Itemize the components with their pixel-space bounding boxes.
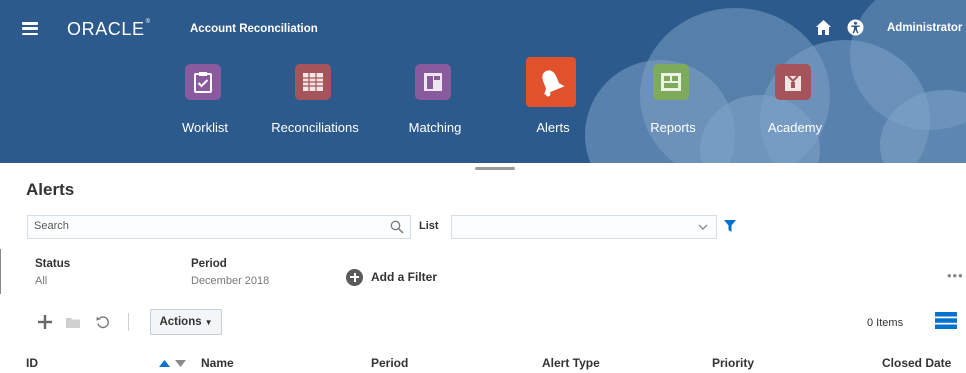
plus-circle-icon [346, 268, 363, 286]
nav-label: Academy [767, 120, 823, 135]
facet-label: Status [35, 258, 71, 270]
user-menu[interactable]: Administrator▼ [887, 22, 966, 34]
search-input[interactable] [34, 220, 374, 232]
nav-label: Reconciliations [271, 120, 359, 135]
nav-worklist[interactable]: Worklist [145, 62, 265, 147]
column-header-closed-date[interactable]: Closed Date [882, 356, 951, 370]
accessibility-icon[interactable] [847, 19, 864, 36]
facet-value: All [35, 275, 48, 287]
header-banner: ORACLE® Account Reconciliation Administr… [0, 0, 966, 163]
nav-label: Matching [408, 120, 462, 135]
facet-status[interactable]: Status All [35, 258, 70, 287]
column-header-id[interactable]: ID [26, 356, 38, 370]
menu-icon[interactable] [22, 22, 38, 35]
academy-icon [775, 64, 811, 100]
caret-down-icon: ▼ [204, 317, 213, 327]
more-options-icon[interactable]: ••• [947, 268, 964, 283]
top-bar: ORACLE® Account Reconciliation Administr… [0, 0, 966, 50]
column-header-name[interactable]: Name [201, 356, 234, 370]
search-box [27, 215, 411, 239]
app-title: Account Reconciliation [190, 23, 318, 35]
nav-matching[interactable]: Matching [375, 62, 495, 147]
home-icon[interactable] [815, 19, 832, 36]
list-label: List [419, 220, 439, 232]
nav-label: Reports [650, 120, 696, 135]
actions-label: Actions [159, 316, 202, 328]
nav-reports[interactable]: Reports [613, 62, 733, 147]
nav-label: Worklist [182, 120, 228, 135]
clipboard-check-icon [185, 64, 221, 100]
matching-icon [415, 64, 451, 100]
nav-academy[interactable]: Academy [735, 62, 855, 147]
ledger-icon [295, 64, 331, 100]
nav-alerts[interactable]: Alerts [493, 57, 613, 147]
items-count: 0 Items [867, 317, 904, 329]
panel-resize-handle[interactable] [475, 167, 515, 170]
add-icon[interactable] [38, 315, 52, 329]
column-header-priority[interactable]: Priority [712, 356, 754, 370]
facet-label: Period [191, 258, 227, 270]
add-filter-button[interactable]: Add a Filter [346, 268, 437, 286]
sort-arrows-icon[interactable] [159, 358, 189, 368]
folder-icon[interactable] [66, 317, 80, 328]
toolbar-separator [128, 313, 129, 331]
facet-value: December 2018 [191, 275, 270, 287]
report-icon [653, 64, 689, 100]
add-filter-label: Add a Filter [371, 270, 438, 284]
column-header-period[interactable]: Period [371, 356, 408, 370]
facet-period[interactable]: Period December 2018 [191, 258, 269, 287]
actions-button[interactable]: Actions ▼ [150, 309, 222, 335]
column-header-alert-type[interactable]: Alert Type [542, 356, 600, 370]
bell-icon [526, 57, 576, 107]
list-view-icon[interactable] [935, 312, 957, 329]
oracle-logo: ORACLE® [67, 19, 151, 39]
divider [0, 249, 1, 294]
nav-reconciliations[interactable]: Reconciliations [255, 62, 375, 147]
chevron-down-icon [698, 224, 708, 230]
search-icon[interactable] [390, 220, 404, 234]
filter-icon[interactable] [724, 220, 736, 232]
refresh-icon[interactable] [96, 315, 110, 329]
list-select[interactable] [451, 215, 717, 239]
page-title: Alerts [26, 180, 75, 199]
nav-label: Alerts [536, 120, 570, 135]
user-menu-label: Administrator [887, 22, 963, 34]
